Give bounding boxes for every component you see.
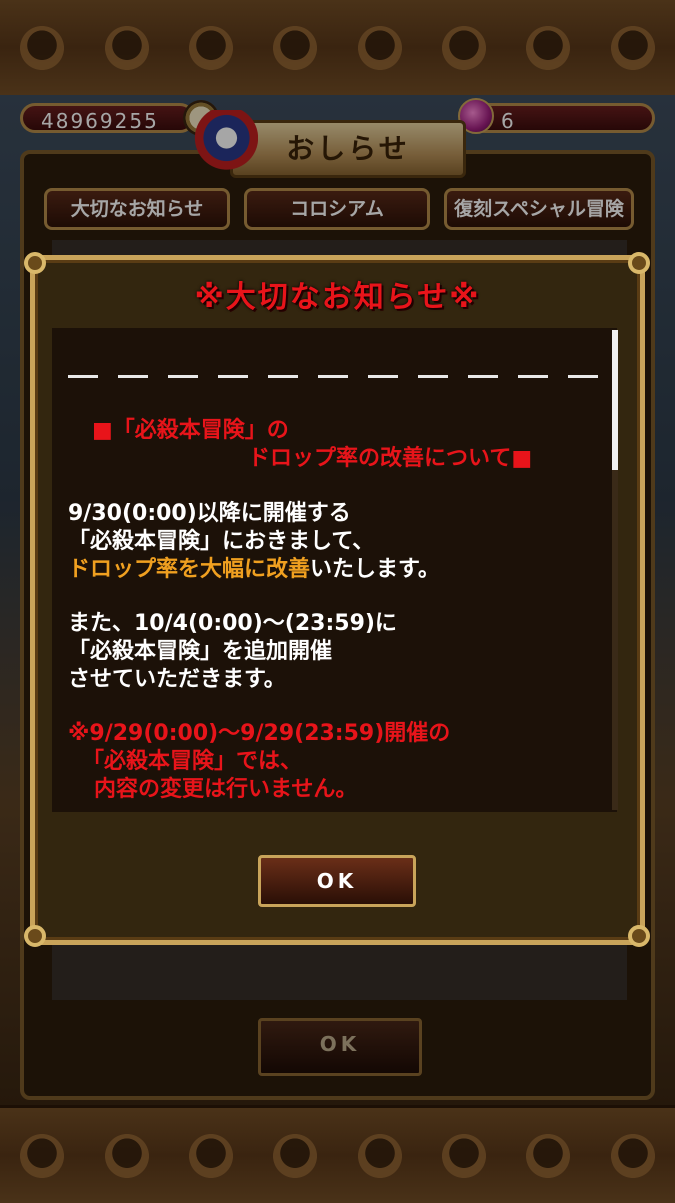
dashed-divider bbox=[68, 375, 600, 378]
jolly-roger-icon bbox=[14, 1127, 71, 1184]
paragraph-1-line-3: ドロップ率を大幅に改善いたします。 bbox=[68, 556, 440, 584]
jolly-roger-icon bbox=[98, 19, 155, 76]
jolly-roger-icon bbox=[267, 19, 324, 76]
bottom-decor-band bbox=[0, 1105, 675, 1203]
jolly-roger-icon bbox=[351, 19, 408, 76]
jolly-roger-icon bbox=[98, 1127, 155, 1184]
corner-ornament-icon bbox=[628, 252, 650, 274]
paragraph-2-line-3: させていただきます。 bbox=[68, 667, 286, 692]
jolly-roger-icon bbox=[14, 19, 71, 76]
heading-line-2: ドロップ率の改善について■ bbox=[248, 446, 533, 471]
note-line-1: ※9/29(0:00)～9/29(23:59)開催の bbox=[68, 721, 451, 746]
jolly-roger-icon bbox=[436, 19, 493, 76]
paragraph-1-line-3-rest: いたします。 bbox=[310, 557, 440, 582]
note-line-2: 「必殺本冒険」では、 bbox=[82, 749, 303, 774]
paragraph-2-line-2: 「必殺本冒険」を追加開催 bbox=[68, 639, 333, 664]
heading-line-1: ■「必殺本冒険」の bbox=[92, 418, 289, 443]
jolly-roger-icon bbox=[267, 1127, 324, 1184]
jolly-roger-icon bbox=[604, 1127, 661, 1184]
corner-ornament-icon bbox=[24, 252, 46, 274]
note-line-3: 内容の変更は行いません。 bbox=[94, 777, 358, 802]
dialog-title: ※大切なお知らせ※ bbox=[194, 280, 481, 315]
top-decor-band bbox=[0, 0, 675, 98]
paragraph-1-line-2: 「必殺本冒険」におきまして、 bbox=[68, 529, 375, 554]
corner-ornament-icon bbox=[628, 925, 650, 947]
jolly-roger-icon bbox=[351, 1127, 408, 1184]
paragraph-1-line-1: 9/30(0:00)以降に開催する bbox=[68, 501, 351, 526]
jolly-roger-icon bbox=[436, 1127, 493, 1184]
jolly-roger-icon bbox=[182, 1127, 239, 1184]
highlight-text: ドロップ率を大幅に改善 bbox=[68, 557, 311, 582]
jolly-roger-icon bbox=[182, 19, 239, 76]
paragraph-2-line-1: また、10/4(0:00)～(23:59)に bbox=[68, 611, 397, 636]
jolly-roger-icon bbox=[520, 1127, 577, 1184]
corner-ornament-icon bbox=[24, 925, 46, 947]
jolly-roger-icon bbox=[520, 19, 577, 76]
ok-button[interactable]: OK bbox=[258, 855, 416, 907]
jolly-roger-icon bbox=[604, 19, 661, 76]
scrollbar-thumb[interactable] bbox=[612, 330, 618, 470]
